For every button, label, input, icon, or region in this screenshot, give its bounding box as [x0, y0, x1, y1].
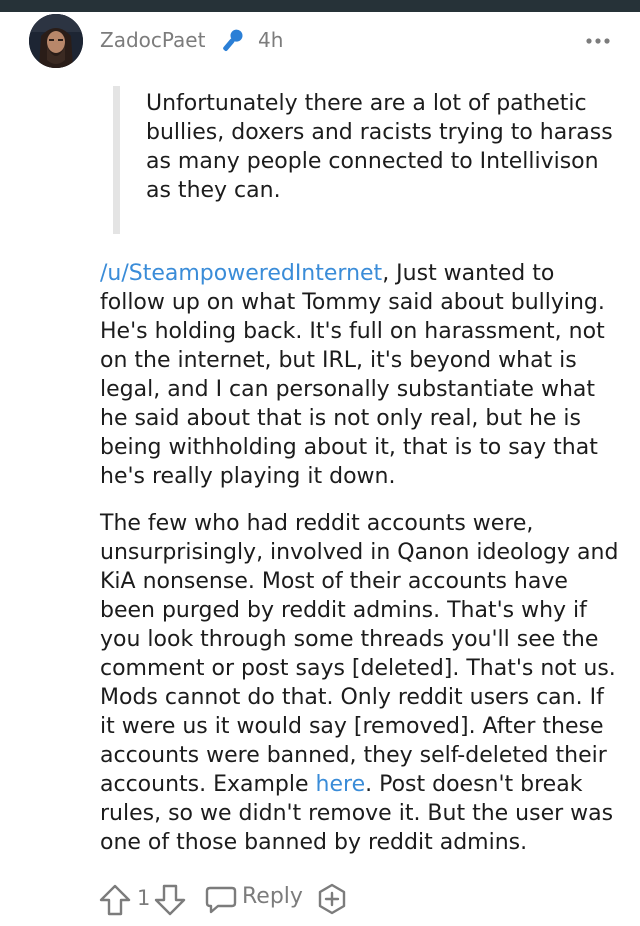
add-award-icon — [318, 883, 346, 915]
comment-timestamp: 4h — [258, 28, 284, 52]
microphone-icon — [217, 26, 247, 56]
upvote-button[interactable] — [98, 883, 132, 921]
user-mention-link[interactable]: /u/SteampoweredInternet — [100, 261, 382, 286]
blockquote-text: Unfortunately there are a lot of patheti… — [146, 91, 613, 203]
downvote-button[interactable] — [153, 883, 187, 921]
example-link[interactable]: here — [316, 772, 366, 797]
reply-label[interactable]: Reply — [242, 884, 303, 909]
avatar-image — [29, 14, 83, 68]
paragraph-1-text: , Just wanted to follow up on what Tommy… — [100, 261, 605, 489]
status-bar-strip — [0, 0, 640, 12]
avatar[interactable] — [29, 14, 83, 68]
paragraph-2-text-before: The few who had reddit accounts were, un… — [100, 511, 619, 797]
add-award-button[interactable] — [315, 882, 349, 920]
arrow-up-icon — [99, 884, 131, 916]
comment-author[interactable]: ZadocPaet — [100, 28, 205, 52]
comment-paragraph-2: The few who had reddit accounts were, un… — [100, 509, 620, 857]
arrow-down-icon — [154, 884, 186, 916]
blockquote-bar — [113, 86, 120, 234]
comment-paragraph-1: /u/SteampoweredInternet, Just wanted to … — [100, 259, 620, 491]
vote-score: 1 — [137, 886, 151, 910]
speech-bubble-icon — [205, 886, 237, 914]
more-dots-icon[interactable] — [583, 30, 615, 52]
